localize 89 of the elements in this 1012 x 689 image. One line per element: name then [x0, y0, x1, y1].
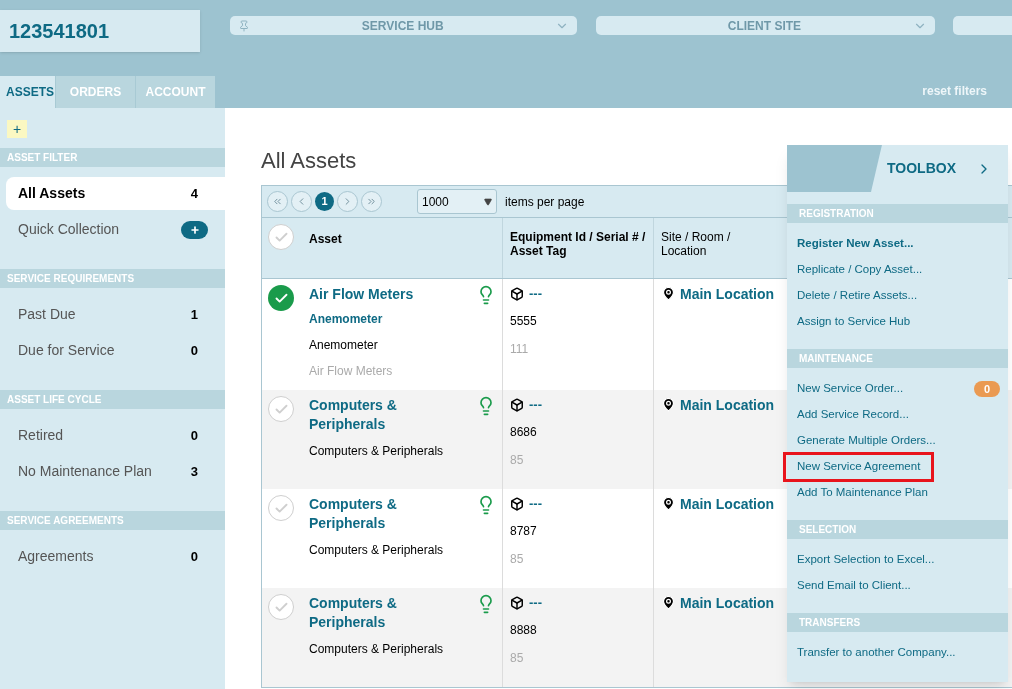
serial-number: 8686: [510, 423, 538, 441]
toolbox-action-link[interactable]: Export Selection to Excel...: [786, 548, 946, 572]
serial-number: 5555: [510, 312, 538, 330]
asset-tag: 111: [510, 339, 646, 358]
caret-icon: [484, 197, 492, 206]
toolbox-action-link[interactable]: Replicate / Copy Asset...: [786, 258, 934, 282]
add-collection-button[interactable]: [181, 220, 208, 239]
toolbox-section-header: TRANSFERS: [787, 613, 1008, 632]
location-link[interactable]: Main Location: [680, 494, 775, 515]
toolbox-section-header: MAINTENANCE: [787, 349, 1008, 368]
sidebar-section-header: SERVICE REQUIREMENTS: [0, 269, 225, 288]
toolbox-action-link[interactable]: New Service Agreement: [786, 455, 932, 479]
equipment-id-link[interactable]: ---: [529, 593, 542, 613]
location-pin-icon: [661, 397, 676, 412]
asset-tag: 85: [510, 450, 646, 469]
chevron-icon: [366, 196, 377, 207]
toolbox-action-link[interactable]: Transfer to another Company...: [786, 641, 967, 665]
chevron-icon: [272, 196, 283, 207]
location-pin-icon: [661, 286, 676, 301]
row-checkbox[interactable]: [268, 594, 294, 620]
row-checkbox[interactable]: [268, 285, 294, 311]
asset-title-link[interactable]: Computers & Peripherals: [309, 594, 439, 632]
row-checkbox[interactable]: [268, 396, 294, 422]
location-link[interactable]: Main Location: [680, 395, 775, 416]
asset-description: Computers & Peripherals: [309, 641, 445, 658]
toolbox-action-link[interactable]: Generate Multiple Orders...: [786, 429, 947, 453]
toolbox-section-header: REGISTRATION: [787, 204, 1008, 223]
sidebar-item[interactable]: Agreements 0: [6, 540, 225, 573]
column-header[interactable]: Equipment Id / Serial # / Asset Tag: [503, 218, 654, 278]
sidebar-item[interactable]: No Maintenance Plan 3: [6, 455, 225, 488]
page-button[interactable]: 1: [315, 192, 334, 211]
toolbox-section-header: SELECTION: [787, 520, 1008, 539]
asset-title-link[interactable]: Air Flow Meters: [309, 285, 439, 304]
sidebar-item[interactable]: Retired 0: [6, 419, 225, 452]
cube-icon: [510, 496, 524, 511]
next-page-button[interactable]: [337, 191, 358, 212]
sidebar-item[interactable]: All Assets 4: [6, 177, 225, 210]
cube-icon: [510, 595, 524, 610]
cube-icon: [510, 397, 524, 412]
per-page-label: items per page: [505, 193, 585, 211]
plus-icon: [189, 224, 200, 235]
column-header[interactable]: Asset: [309, 230, 342, 248]
sidebar-section-header: ASSET FILTER: [0, 148, 225, 167]
asset-description: Computers & Peripherals: [309, 542, 445, 559]
location-link[interactable]: Main Location: [680, 593, 775, 614]
sidebar-item[interactable]: Past Due 1: [6, 298, 225, 331]
toolbox-action-link[interactable]: Add To Maintenance Plan: [786, 481, 939, 505]
location-pin-icon: [661, 496, 676, 511]
column-header[interactable]: Site / Room / Location: [654, 218, 784, 278]
sidebar-item[interactable]: Due for Service 0: [6, 334, 225, 367]
toolbox-action-link[interactable]: Register New Asset...: [786, 232, 925, 256]
first-page-button[interactable]: [267, 191, 288, 212]
asset-description: Computers & Peripherals: [309, 443, 445, 460]
asset-description: Anemometer: [309, 337, 379, 354]
asset-model-link[interactable]: Anemometer: [309, 310, 476, 328]
location-link[interactable]: Main Location: [680, 284, 775, 305]
nav-tab[interactable]: ASSETS: [0, 76, 55, 108]
filter-dropdown[interactable]: [952, 16, 1012, 35]
sidebar-section-header: ASSET LIFE CYCLE: [0, 390, 225, 409]
cube-icon: [510, 286, 524, 301]
row-checkbox[interactable]: [268, 495, 294, 521]
toolbox-tab[interactable]: TOOLBOX: [871, 145, 1008, 192]
asset-tag: 85: [510, 549, 646, 568]
toolbox-action-link[interactable]: Delete / Retire Assets...: [786, 284, 929, 308]
select-all-checkbox[interactable]: [268, 224, 294, 250]
toolbox-action-link[interactable]: Assign to Service Hub: [786, 310, 922, 334]
equipment-id-link[interactable]: ---: [529, 494, 542, 514]
asset-title-link[interactable]: Computers & Peripherals: [309, 495, 439, 533]
previous-page-button[interactable]: [291, 191, 312, 212]
page-title: All Assets: [261, 147, 357, 174]
serial-number: 8888: [510, 621, 538, 639]
pin-icon[interactable]: [238, 19, 251, 32]
asset-title-link[interactable]: Computers & Peripherals: [309, 396, 439, 434]
toolbox-action-link[interactable]: New Service Order...: [786, 377, 915, 401]
serial-number: 8787: [510, 522, 538, 540]
sidebar-section-header: SERVICE AGREEMENTS: [0, 511, 225, 530]
add-button[interactable]: +: [7, 120, 27, 138]
toolbox-action-link[interactable]: Send Email to Client...: [786, 574, 922, 598]
asset-tag: 85: [510, 648, 646, 667]
count-badge: 0: [974, 381, 1000, 397]
location-pin-icon: [661, 595, 676, 610]
equipment-id-link[interactable]: ---: [529, 284, 542, 304]
equipment-id-link[interactable]: ---: [529, 395, 542, 415]
toolbox-action-link[interactable]: Add Service Record...: [786, 403, 920, 427]
account-id: 123541801: [0, 10, 201, 52]
asset-category: Air Flow Meters: [309, 363, 394, 380]
sidebar-item[interactable]: Quick Collection: [6, 213, 225, 246]
per-page-select[interactable]: 1000: [417, 189, 497, 214]
last-page-button[interactable]: [361, 191, 382, 212]
